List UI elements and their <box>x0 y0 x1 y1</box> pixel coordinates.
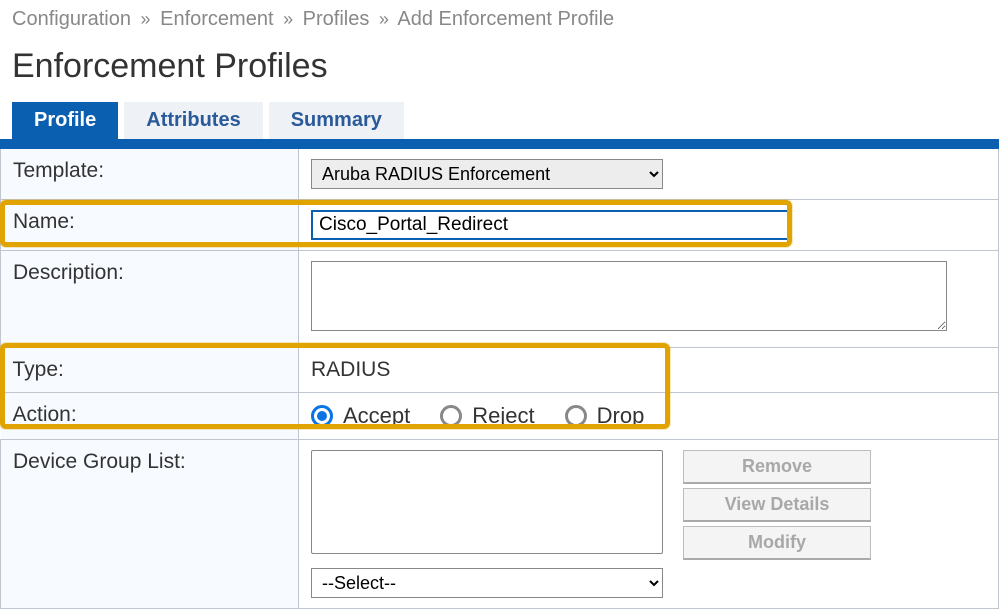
description-label: Description: <box>1 251 299 348</box>
crumb-sep: » <box>283 9 293 29</box>
name-input[interactable] <box>311 210 789 240</box>
device-group-list-label: Device Group List: <box>1 440 299 609</box>
crumb-profiles[interactable]: Profiles <box>303 8 370 30</box>
modify-button[interactable]: Modify <box>683 526 871 560</box>
tab-summary[interactable]: Summary <box>269 102 404 139</box>
breadcrumb: Configuration » Enforcement » Profiles »… <box>0 0 999 37</box>
action-radiogroup: Accept Reject Drop <box>311 403 986 429</box>
action-accept[interactable]: Accept <box>311 403 410 429</box>
action-label: Action: <box>1 393 299 440</box>
device-group-listbox[interactable] <box>311 450 663 554</box>
crumb-add-enforcement-profile: Add Enforcement Profile <box>397 8 614 30</box>
template-label: Template: <box>1 149 299 200</box>
action-drop-radio[interactable] <box>565 405 587 427</box>
page-title: Enforcement Profiles <box>0 37 999 102</box>
action-reject-radio[interactable] <box>440 405 462 427</box>
action-drop-label: Drop <box>597 403 645 429</box>
tab-attributes[interactable]: Attributes <box>124 102 262 139</box>
action-reject-label: Reject <box>472 403 534 429</box>
tab-underline <box>0 139 999 149</box>
remove-button[interactable]: Remove <box>683 450 871 484</box>
crumb-enforcement[interactable]: Enforcement <box>160 8 273 30</box>
crumb-sep: » <box>141 9 151 29</box>
action-reject[interactable]: Reject <box>440 403 534 429</box>
tab-bar: Profile Attributes Summary <box>0 102 999 139</box>
name-label: Name: <box>1 200 299 251</box>
crumb-sep: » <box>379 9 389 29</box>
action-accept-label: Accept <box>343 403 410 429</box>
tab-profile[interactable]: Profile <box>12 102 118 139</box>
view-details-button[interactable]: View Details <box>683 488 871 522</box>
type-label: Type: <box>1 348 299 393</box>
action-drop[interactable]: Drop <box>565 403 645 429</box>
description-input[interactable] <box>311 261 947 331</box>
profile-form: Template: Aruba RADIUS Enforcement Name:… <box>0 149 999 609</box>
template-select[interactable]: Aruba RADIUS Enforcement <box>311 159 663 189</box>
device-group-select[interactable]: --Select-- <box>311 568 663 598</box>
type-value: RADIUS <box>299 348 999 393</box>
action-accept-radio[interactable] <box>311 405 333 427</box>
crumb-configuration[interactable]: Configuration <box>12 8 131 30</box>
